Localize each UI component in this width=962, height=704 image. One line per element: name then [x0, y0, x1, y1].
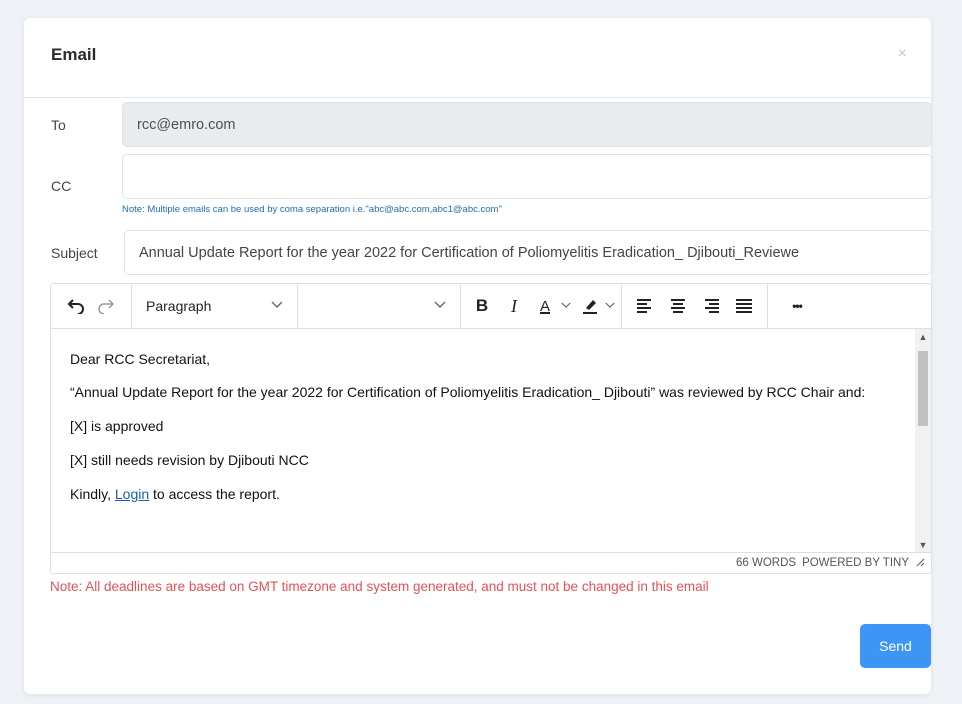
- format-group: B I A: [461, 284, 622, 328]
- editor-content[interactable]: Dear RCC Secretariat, “Annual Update Rep…: [51, 329, 915, 553]
- subject-field[interactable]: Annual Update Report for the year 2022 f…: [124, 230, 932, 275]
- deadline-note: Note: All deadlines are based on GMT tim…: [50, 579, 709, 594]
- resize-handle-icon[interactable]: [915, 557, 925, 570]
- align-left-icon[interactable]: [630, 291, 660, 321]
- scroll-down-icon[interactable]: ▼: [915, 540, 931, 550]
- cc-field[interactable]: [122, 154, 932, 199]
- scroll-up-icon[interactable]: ▲: [915, 332, 931, 342]
- modal-title: Email: [51, 45, 97, 64]
- align-justify-icon[interactable]: [729, 291, 759, 321]
- chevron-down-icon[interactable]: [605, 300, 615, 312]
- align-center-icon[interactable]: [663, 291, 693, 321]
- block-format-select[interactable]: Paragraph: [132, 284, 298, 328]
- body-line-3: [X] still needs revision by Djibouti NCC: [70, 452, 309, 468]
- body-line-4: Kindly, Login to access the report.: [70, 484, 893, 504]
- history-group: [51, 284, 132, 328]
- body-greeting: Dear RCC Secretariat,: [70, 351, 211, 367]
- body-line-2: [X] is approved: [70, 418, 164, 434]
- powered-by[interactable]: POWERED BY TINY: [802, 557, 909, 569]
- align-right-icon[interactable]: [696, 291, 726, 321]
- body-line-4-post: to access the report.: [149, 486, 280, 502]
- to-label: To: [51, 117, 66, 133]
- word-count[interactable]: 66 WORDS: [736, 557, 796, 569]
- more-group: •••: [768, 284, 826, 328]
- bold-button[interactable]: B: [467, 291, 497, 321]
- email-modal: Email × To rcc@emro.com CC Note: Multipl…: [24, 18, 932, 694]
- more-options-button[interactable]: •••: [782, 291, 812, 321]
- cc-label: CC: [51, 178, 72, 194]
- cc-note: Note: Multiple emails can be used by com…: [122, 204, 502, 215]
- body-line-1: “Annual Update Report for the year 2022 …: [70, 384, 866, 400]
- editor-statusbar: 66 WORDS POWERED BY TINY: [51, 552, 931, 573]
- undo-icon[interactable]: [61, 291, 91, 321]
- close-icon[interactable]: ×: [898, 45, 907, 63]
- highlight-icon[interactable]: [577, 291, 603, 321]
- text-color-button[interactable]: A: [531, 291, 559, 321]
- modal-header: Email ×: [24, 18, 931, 98]
- chevron-down-icon[interactable]: [561, 300, 571, 312]
- block-format-value: Paragraph: [146, 298, 212, 314]
- body-line-4-pre: Kindly,: [70, 486, 115, 502]
- subject-label: Subject: [51, 245, 98, 261]
- rich-text-editor: Paragraph B I A ••• Dear RCC Secretariat…: [50, 283, 932, 574]
- editor-scrollbar[interactable]: ▲ ▼: [915, 329, 931, 553]
- to-field[interactable]: rcc@emro.com: [122, 102, 932, 147]
- scroll-thumb[interactable]: [918, 351, 928, 426]
- redo-icon[interactable]: [91, 291, 121, 321]
- editor-toolbar: Paragraph B I A •••: [51, 284, 931, 329]
- chevron-down-icon: [434, 300, 446, 312]
- send-button[interactable]: Send: [860, 624, 931, 668]
- font-family-select[interactable]: [298, 284, 461, 328]
- italic-button[interactable]: I: [499, 291, 529, 321]
- chevron-down-icon: [271, 300, 283, 312]
- align-group: [622, 284, 768, 328]
- login-link[interactable]: Login: [115, 486, 149, 502]
